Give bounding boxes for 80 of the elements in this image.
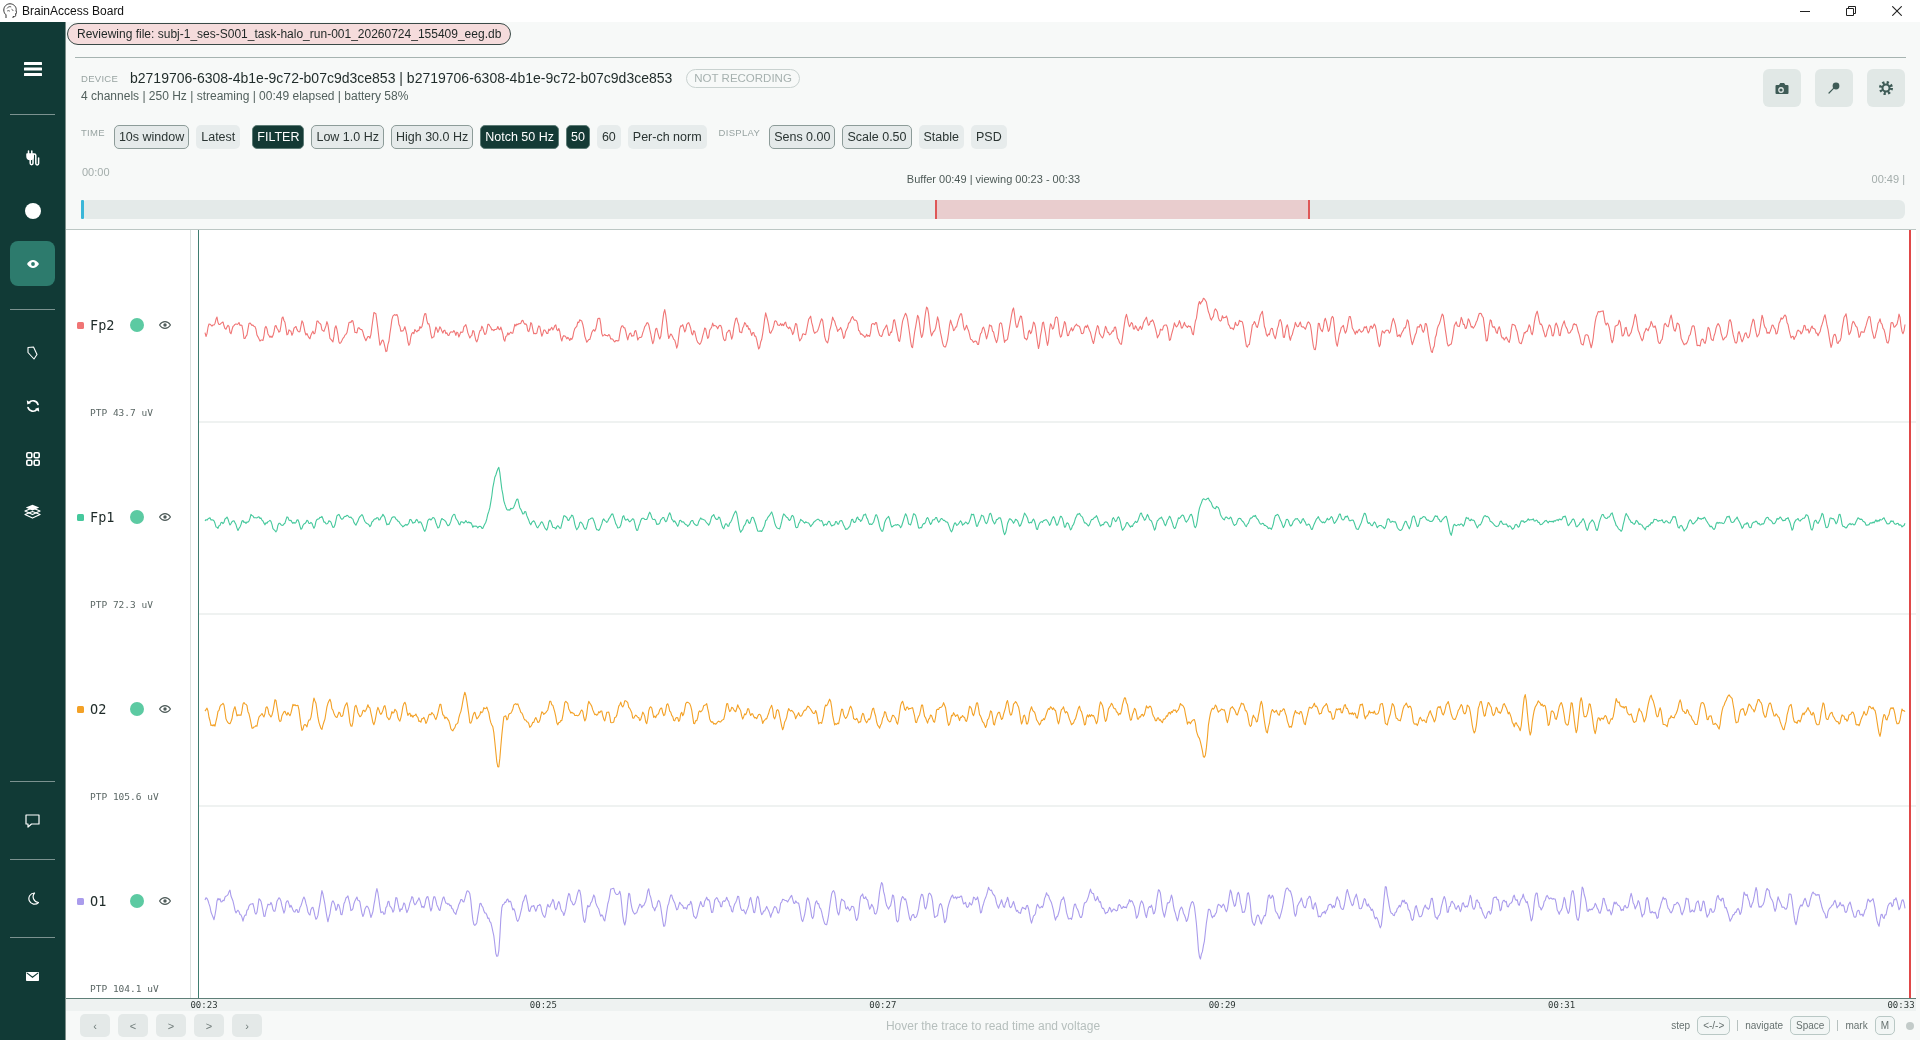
tag-icon (27, 345, 38, 360)
pin-icon (1828, 82, 1840, 94)
eye-icon[interactable] (159, 897, 171, 905)
sidebar-button[interactable] (10, 241, 55, 286)
hover-hint: Hover the trace to read time and voltage (885, 1018, 1101, 1033)
pin-button[interactable] (1815, 69, 1853, 107)
option-button[interactable]: 50 (566, 125, 590, 149)
nav-button[interactable]: > (194, 1014, 224, 1037)
axis-tick-label: 00:33 (1887, 999, 1915, 1011)
axis-tick-label: 00:25 (529, 999, 557, 1011)
keyboard-key: M (1874, 1016, 1895, 1035)
timeline-start-label: 00:00 (82, 166, 110, 180)
head-icon (3, 3, 17, 19)
plug-icon (25, 149, 40, 166)
settings-button[interactable] (1867, 69, 1905, 107)
section-label: TIME (81, 127, 105, 138)
camera-icon (1775, 81, 1789, 95)
toggle-button[interactable]: PSD (970, 125, 1007, 149)
shortcut-label: navigate (1745, 1020, 1784, 1031)
value-button[interactable]: Low 1.0 Hz (311, 125, 384, 149)
moon-icon (26, 892, 39, 905)
grid-icon (25, 451, 40, 466)
eye-icon[interactable] (159, 705, 171, 713)
shortcut-label: step (1671, 1020, 1691, 1031)
option-button[interactable]: 60 (596, 125, 621, 149)
field-label: DEVICE (81, 72, 120, 84)
start-marker (81, 200, 84, 219)
peak-to-peak-value: PTP 43.7 uV (90, 407, 154, 419)
keyboard-key: <-/-> (1697, 1016, 1731, 1035)
eye-icon[interactable] (159, 321, 171, 329)
value-button[interactable]: Scale 0.50 (842, 125, 912, 149)
value-button[interactable]: High 30.0 Hz (390, 125, 474, 149)
chat-icon (25, 813, 40, 828)
camera-button[interactable] (1763, 69, 1801, 107)
menu-icon (23, 61, 42, 76)
peak-to-peak-value: PTP 104.1 uV (90, 983, 160, 995)
nav-button[interactable]: < (118, 1014, 148, 1037)
toggle-button[interactable]: Notch 50 Hz (480, 125, 559, 149)
toggle-button[interactable]: Stable (918, 125, 964, 149)
channel-name: O1 (90, 893, 108, 909)
mail-icon (26, 972, 39, 981)
close-icon (1892, 6, 1902, 16)
value-button[interactable]: Sens 0.00 (769, 125, 836, 149)
window-title: BrainAccess Board (22, 4, 125, 18)
peak-to-peak-value: PTP 105.6 uV (90, 791, 160, 803)
timeline-end-label: 00:49 | (1871, 173, 1905, 187)
device-summary: 4 channels | 250 Hz | streaming | 00:49 elapsed | battery 58% (81, 89, 410, 103)
nav-button[interactable]: › (232, 1014, 262, 1037)
toggle-button[interactable]: Per-ch norm (627, 125, 707, 149)
channel-name: O2 (90, 701, 108, 717)
minimize-icon (1800, 10, 1810, 12)
stack-icon (24, 504, 41, 519)
timeline-track[interactable] (81, 200, 1905, 219)
section-label: DISPLAY (718, 127, 761, 138)
axis-tick-label: 00:29 (1208, 999, 1236, 1011)
settings-icon (1879, 81, 1893, 95)
refresh-icon (25, 398, 40, 413)
value-button[interactable]: 10s window (113, 125, 190, 149)
axis-tick-label: 00:27 (869, 999, 897, 1011)
toggle-button[interactable]: Latest (196, 125, 241, 149)
peak-to-peak-value: PTP 72.3 uV (90, 599, 154, 611)
review-banner: Reviewing file: subj-1_ses-S001_task-halo_run-001_20260724_155409_eeg.db (67, 23, 512, 45)
device-name: b2719706-6308-4b1e-9c72-b07c9d3ce853 | b2719706-6308-4b1e-9c72-b07c9d3ce853 (130, 70, 673, 86)
keyboard-key: Space (1790, 1016, 1831, 1035)
range-handle[interactable] (935, 200, 938, 219)
filled-circle-icon (24, 202, 41, 219)
shortcut-label: mark (1845, 1020, 1868, 1031)
range-handle[interactable] (1307, 200, 1310, 219)
toggle-button[interactable]: FILTER (252, 125, 305, 149)
nav-button[interactable]: ‹ (80, 1014, 110, 1037)
status-dot-icon (1906, 1021, 1914, 1030)
channel-name: Fp1 (90, 509, 116, 525)
axis-tick-label: 00:31 (1548, 999, 1576, 1011)
channel-name: Fp2 (90, 317, 116, 333)
eye-icon (26, 259, 39, 268)
eye-icon[interactable] (159, 513, 171, 521)
restore-icon (1846, 6, 1856, 16)
buffer-summary: Buffer 00:49 | viewing 00:23 - 00:33 (906, 173, 1081, 187)
nav-button[interactable]: > (156, 1014, 186, 1037)
axis-tick-label: 00:23 (190, 999, 218, 1011)
